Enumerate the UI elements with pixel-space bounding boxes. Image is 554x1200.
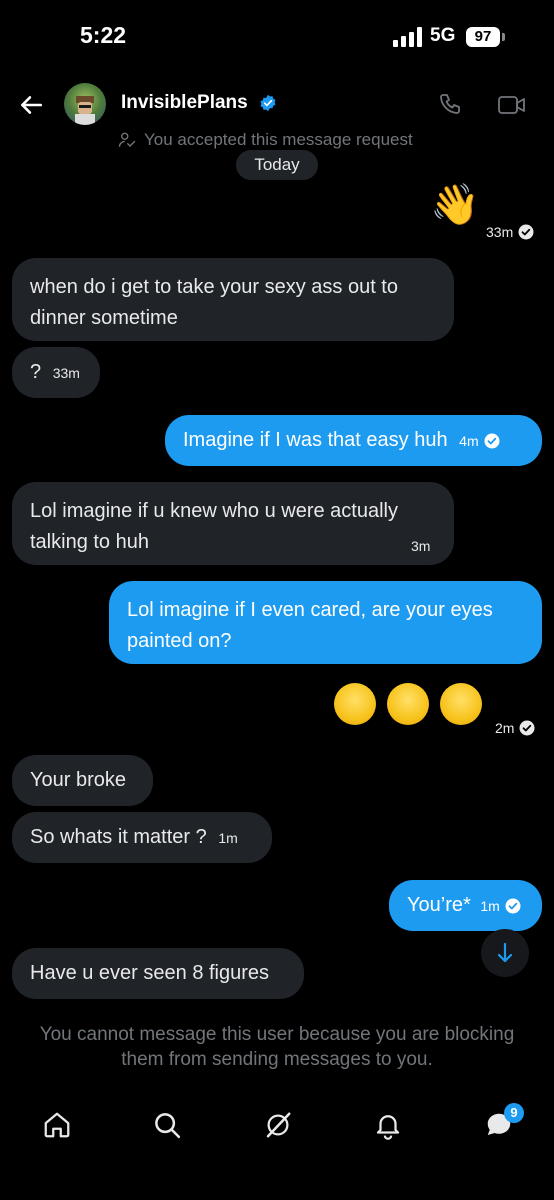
message-time: 3m <box>411 538 431 554</box>
incoming-message[interactable]: So whats it matter ? 1m <box>12 812 272 863</box>
laughing-emoji-message[interactable] <box>334 683 484 729</box>
incoming-message[interactable]: Lol imagine if u knew who u were actuall… <box>12 482 454 565</box>
message-meta: 33m <box>486 224 534 240</box>
incoming-message[interactable]: Your broke <box>12 755 153 806</box>
laughing-emoji-icon <box>334 683 376 725</box>
home-icon[interactable] <box>42 1110 72 1140</box>
video-call-icon[interactable] <box>497 93 527 117</box>
message-text: So whats it matter ? <box>30 826 207 848</box>
message-text: You’re* <box>407 894 471 916</box>
message-time: 1m <box>218 830 238 846</box>
network-type: 5G <box>430 25 456 46</box>
wave-emoji-message[interactable]: 👋 <box>430 183 480 227</box>
laughing-emoji-icon <box>440 683 482 725</box>
message-text: Lol imagine if I even cared, are your ey… <box>127 599 493 652</box>
scroll-to-bottom-button[interactable] <box>481 929 529 977</box>
avatar-figure-icon <box>75 96 95 125</box>
message-text: ? <box>30 361 42 383</box>
arrow-down-icon <box>497 942 513 963</box>
message-text: when do i get to take your sexy ass out … <box>30 276 398 329</box>
battery-tip <box>502 33 505 41</box>
message-time: 33m <box>52 365 80 381</box>
contact-name[interactable]: InvisiblePlans <box>121 92 248 114</box>
request-accepted-notice: You accepted this message request <box>118 130 413 150</box>
status-time: 5:22 <box>80 22 127 48</box>
messages-unread-badge: 9 <box>504 1103 524 1123</box>
date-separator: Today <box>236 150 318 180</box>
read-check-icon <box>505 898 521 914</box>
phone-call-icon[interactable] <box>438 92 462 116</box>
notifications-bell-icon[interactable] <box>373 1110 403 1140</box>
signal-icon <box>393 27 422 47</box>
message-text: Your broke <box>30 769 126 791</box>
outgoing-message[interactable]: Imagine if I was that easy huh 4m <box>165 415 542 466</box>
message-time: 33m <box>486 224 514 240</box>
read-check-icon <box>518 224 534 240</box>
message-text: Imagine if I was that easy huh <box>183 429 448 451</box>
verified-badge-icon <box>260 94 276 112</box>
read-check-icon <box>519 720 535 736</box>
blocked-notice-text: You cannot message this user because you… <box>39 1024 515 1070</box>
message-meta: 2m <box>495 720 535 736</box>
avatar[interactable] <box>64 83 106 125</box>
grok-icon[interactable] <box>263 1110 293 1140</box>
person-check-icon <box>118 132 136 147</box>
outgoing-message[interactable]: You’re* 1m <box>389 880 542 931</box>
laughing-emoji-icon <box>387 683 429 725</box>
message-text: Lol imagine if u knew who u were actuall… <box>30 500 398 553</box>
blocked-notice: You cannot message this user because you… <box>0 1022 554 1072</box>
battery-indicator: 97 <box>466 27 500 47</box>
read-check-icon <box>484 433 500 449</box>
message-time: 2m <box>495 720 515 736</box>
search-icon[interactable] <box>152 1110 182 1140</box>
outgoing-message[interactable]: Lol imagine if I even cared, are your ey… <box>109 581 542 664</box>
back-arrow-icon[interactable] <box>18 92 44 118</box>
incoming-message[interactable]: ? 33m <box>12 347 100 398</box>
incoming-message[interactable]: Have u ever seen 8 figures <box>12 948 304 999</box>
message-time: 1m <box>480 898 500 914</box>
accepted-text: You accepted this message request <box>144 130 413 149</box>
message-time: 4m <box>459 433 479 449</box>
incoming-message[interactable]: when do i get to take your sexy ass out … <box>12 258 454 341</box>
message-text: Have u ever seen 8 figures <box>30 962 270 984</box>
